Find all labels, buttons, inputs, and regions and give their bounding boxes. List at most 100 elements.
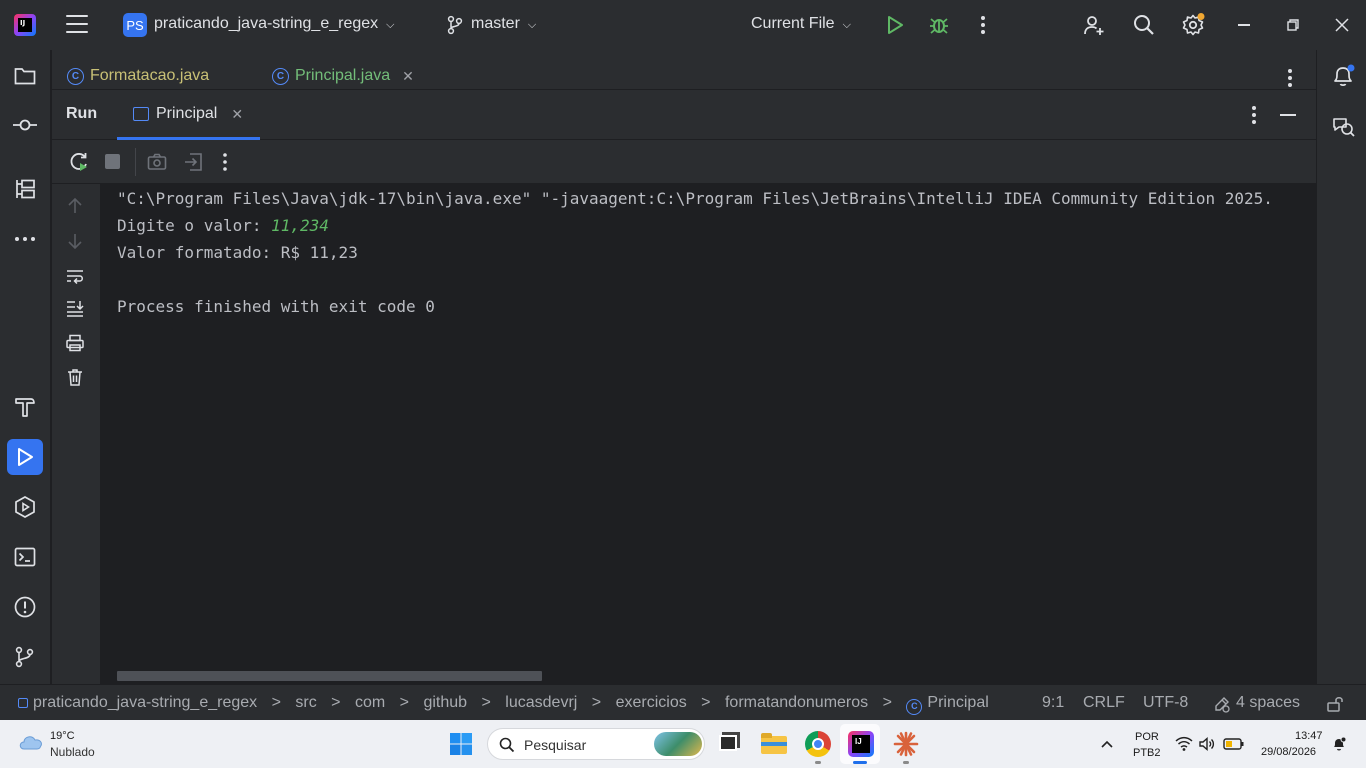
- print-icon[interactable]: [65, 333, 85, 353]
- close-window-icon[interactable]: [1334, 17, 1350, 33]
- horizontal-scrollbar[interactable]: [117, 671, 542, 681]
- breadcrumb-item[interactable]: github: [423, 694, 467, 711]
- git-branch-icon[interactable]: [446, 15, 464, 35]
- exit-icon[interactable]: [182, 151, 204, 173]
- add-user-icon[interactable]: [1082, 13, 1106, 37]
- chevron-up-icon[interactable]: [1100, 738, 1114, 750]
- notification-center-icon[interactable]: [1331, 736, 1347, 752]
- branch-name: master: [471, 15, 520, 32]
- breadcrumb-item[interactable]: Principal: [927, 694, 988, 711]
- breadcrumb-separator: >: [399, 694, 409, 711]
- ide-window: IJ PS praticando_java-string_e_regex ⌵ ma…: [0, 0, 1366, 768]
- breadcrumb-item[interactable]: lucasdevrj: [505, 694, 577, 711]
- run-tab-principal[interactable]: Principal ✕: [117, 90, 260, 140]
- run-window-header: Run Principal ✕: [52, 90, 1316, 140]
- indent-settings-icon: [1215, 697, 1230, 713]
- console-output[interactable]: "C:\Program Files\Java\jdk-17\bin\java.e…: [100, 184, 1316, 684]
- restore-icon[interactable]: [1285, 17, 1301, 33]
- terminal-tool-button[interactable]: [7, 539, 43, 575]
- scroll-to-end-icon[interactable]: [65, 298, 85, 318]
- rerun-icon[interactable]: [68, 151, 90, 173]
- arrow-up-icon[interactable]: [65, 196, 85, 216]
- project-badge[interactable]: PS: [123, 13, 147, 37]
- camera-icon[interactable]: [146, 151, 168, 173]
- more-horizontal-icon: [15, 237, 35, 241]
- more-options-icon[interactable]: [1278, 66, 1302, 90]
- caret-position[interactable]: 9:1: [1042, 694, 1064, 712]
- toolbar-divider: [135, 148, 136, 176]
- structure-tool-button[interactable]: [7, 171, 43, 207]
- clock-time[interactable]: 13:47: [1295, 730, 1323, 742]
- clock-date[interactable]: 29/08/2026: [1261, 746, 1316, 758]
- run-toolbar: [52, 140, 1316, 184]
- notifications-bell-icon[interactable]: [1330, 63, 1356, 89]
- close-tab-icon[interactable]: ✕: [402, 68, 414, 85]
- more-options-icon[interactable]: [1242, 103, 1266, 127]
- taskbar-app-file-explorer[interactable]: [760, 730, 788, 758]
- hide-panel-icon[interactable]: [1280, 114, 1296, 116]
- active-app-indicator: [853, 761, 867, 764]
- wifi-icon[interactable]: [1175, 736, 1193, 752]
- file-encoding[interactable]: UTF-8: [1143, 694, 1188, 712]
- user-input-text: 11,234: [271, 216, 329, 235]
- indent-setting[interactable]: 4 spaces: [1236, 694, 1300, 712]
- project-selector[interactable]: praticando_java-string_e_regex ⌵: [154, 15, 394, 33]
- commit-tool-button[interactable]: [7, 107, 43, 143]
- trash-icon[interactable]: [65, 367, 85, 387]
- soft-wrap-icon[interactable]: [65, 266, 85, 286]
- more-options-icon[interactable]: [971, 13, 995, 37]
- volume-icon[interactable]: [1198, 736, 1216, 752]
- console-line-prompt: Digite o valor: 11,234: [117, 216, 329, 235]
- intellij-logo-icon[interactable]: IJ: [14, 14, 36, 36]
- build-tool-button[interactable]: [7, 389, 43, 425]
- services-tool-button[interactable]: [7, 489, 43, 525]
- app-running-indicator: [903, 761, 909, 764]
- weather-temperature[interactable]: 19°C: [50, 730, 75, 742]
- breadcrumb-item[interactable]: exercicios: [616, 694, 687, 711]
- git-branch-icon: [15, 646, 34, 668]
- taskbar-search-box[interactable]: Pesquisar: [487, 728, 705, 760]
- run-config-selector[interactable]: Current File ⌵: [751, 15, 851, 33]
- problems-tool-button[interactable]: [7, 589, 43, 625]
- line-separator[interactable]: CRLF: [1083, 694, 1125, 712]
- taskbar-app-intellij[interactable]: IJ: [847, 730, 875, 758]
- debug-icon[interactable]: [927, 13, 951, 37]
- main-menu-icon[interactable]: [66, 15, 88, 35]
- git-tool-button[interactable]: [7, 639, 43, 675]
- arrow-down-icon[interactable]: [65, 231, 85, 251]
- editor-tab-principal[interactable]: C Principal.java ✕: [272, 67, 414, 85]
- run-icon[interactable]: [883, 13, 907, 37]
- taskbar-app-claude[interactable]: [892, 730, 920, 758]
- stop-icon[interactable]: [105, 154, 120, 169]
- weather-description[interactable]: Nublado: [50, 745, 95, 759]
- input-language[interactable]: POR: [1135, 731, 1159, 743]
- ai-assistant-icon[interactable]: [1330, 113, 1356, 139]
- run-config-label: Current File: [751, 15, 835, 32]
- more-options-icon[interactable]: [214, 151, 236, 173]
- unlock-icon[interactable]: [1326, 695, 1344, 713]
- breadcrumb-item[interactable]: com: [355, 694, 385, 711]
- taskbar-app-chrome[interactable]: [804, 730, 832, 758]
- settings-gear-icon[interactable]: [1181, 13, 1205, 37]
- breadcrumb-item[interactable]: formatandonumeros: [725, 694, 868, 711]
- editor-tab-formatacao[interactable]: C Formatacao.java: [67, 67, 209, 85]
- minimize-icon[interactable]: [1238, 24, 1250, 26]
- problems-icon: [14, 596, 36, 618]
- breadcrumb-item[interactable]: praticando_java-string_e_regex: [33, 694, 257, 711]
- run-tool-button[interactable]: [7, 439, 43, 475]
- battery-icon[interactable]: [1223, 737, 1245, 751]
- project-tool-button[interactable]: [7, 58, 43, 94]
- editor-tab-bar: C Formatacao.java C Principal.java ✕: [52, 50, 1316, 90]
- taskbar-app-taskview[interactable]: [715, 730, 743, 758]
- keyboard-layout[interactable]: PTB2: [1133, 747, 1161, 759]
- cloud-icon[interactable]: [17, 731, 45, 753]
- search-icon[interactable]: [1132, 13, 1156, 37]
- java-class-icon: C: [906, 699, 923, 715]
- windows-start-icon[interactable]: [449, 732, 473, 756]
- breadcrumb-separator: >: [591, 694, 602, 711]
- close-tab-icon[interactable]: ✕: [231, 106, 243, 123]
- run-window-title: Run: [66, 105, 98, 122]
- branch-selector[interactable]: master ⌵: [471, 15, 536, 33]
- breadcrumb-item[interactable]: src: [295, 694, 316, 711]
- more-tools-button[interactable]: [7, 221, 43, 257]
